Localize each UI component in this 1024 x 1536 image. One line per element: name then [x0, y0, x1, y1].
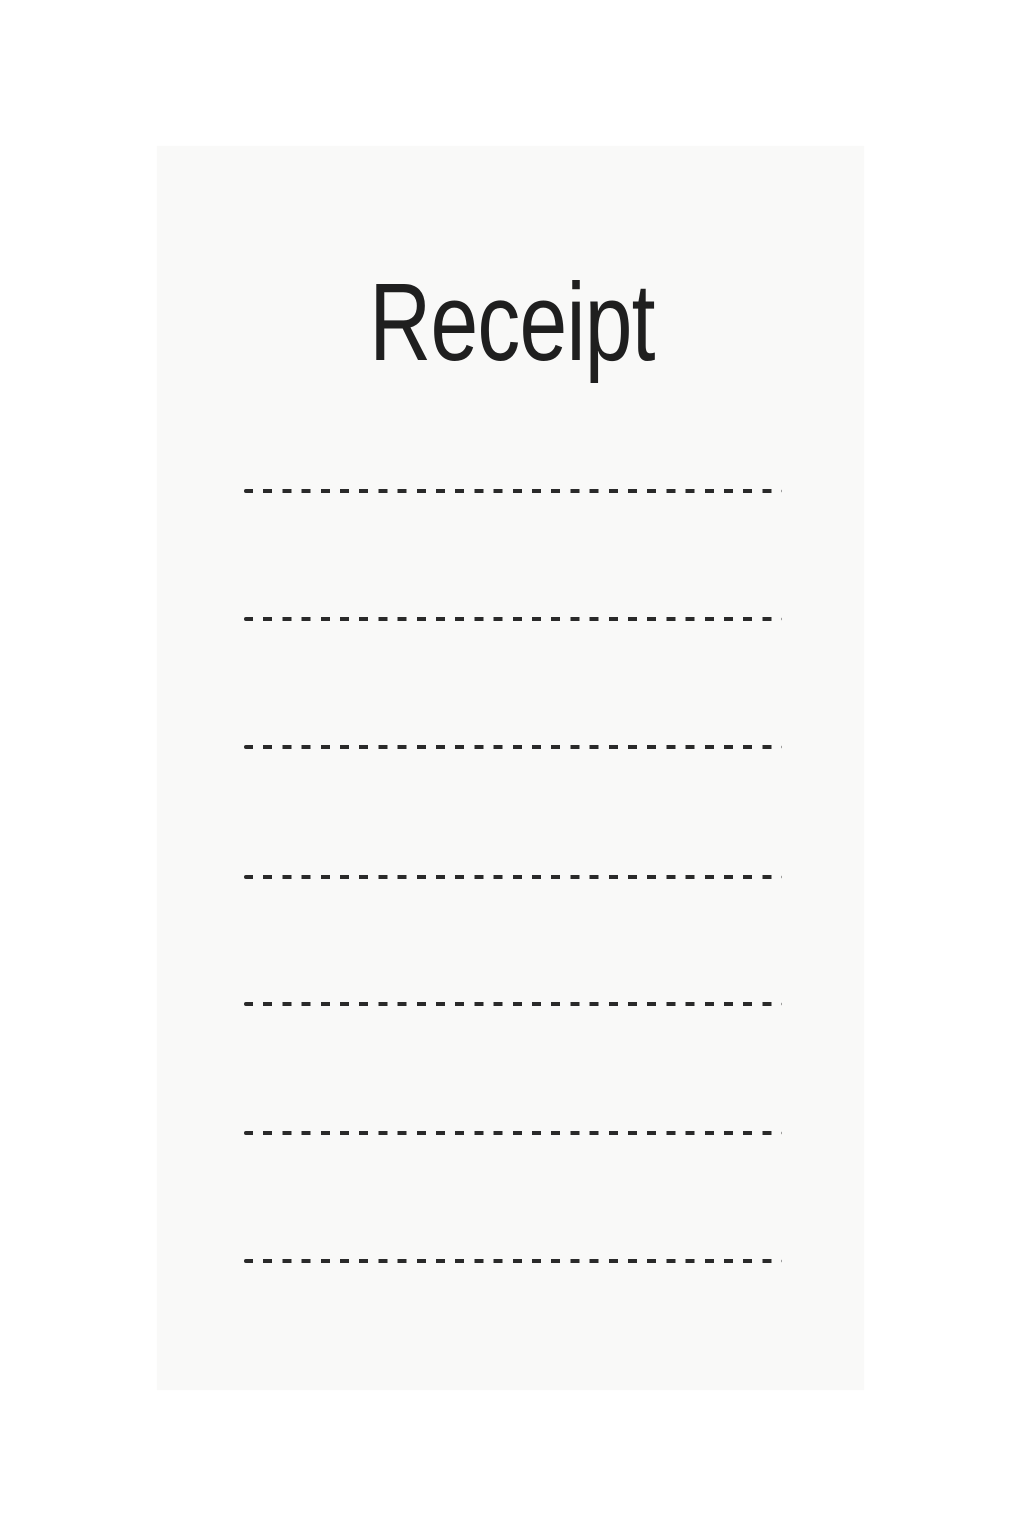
- receipt-line-1: [244, 489, 782, 493]
- receipt-line-4: [244, 875, 782, 879]
- receipt-line-5: [244, 1002, 782, 1006]
- receipt-line-3: [244, 745, 782, 749]
- receipt-line-7: [244, 1259, 782, 1263]
- receipt-title: Receipt: [369, 261, 655, 384]
- receipt-line-2: [244, 617, 782, 621]
- receipt-line-6: [244, 1131, 782, 1135]
